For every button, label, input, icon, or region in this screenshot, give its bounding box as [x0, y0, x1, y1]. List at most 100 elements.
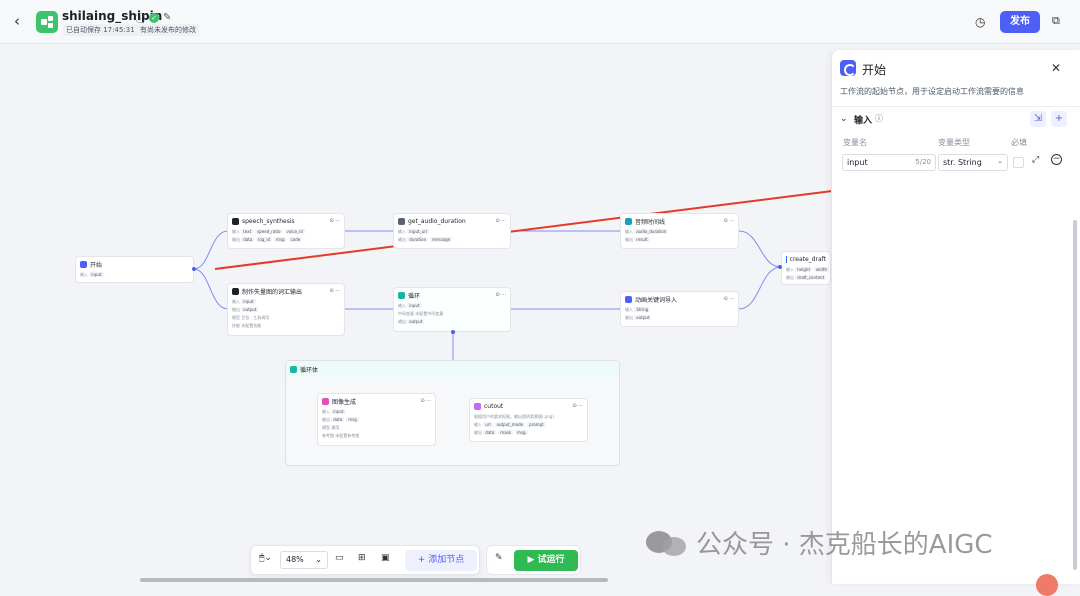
more-icon[interactable]: ⊙ ···	[723, 218, 734, 224]
image-icon	[322, 397, 329, 405]
plugin-icon	[398, 217, 405, 225]
row-value: output	[407, 319, 425, 324]
variable-type-select[interactable]: str. String ⌄	[938, 154, 1008, 171]
speech-synthesis-node[interactable]: speech_synthesis ⊙ ··· 输入 text speed_rati…	[227, 213, 345, 249]
edge-timeline-draft	[738, 230, 782, 268]
start-node[interactable]: 开始 输入 input	[75, 256, 194, 283]
more-icon[interactable]: ⊙ ···	[495, 218, 506, 224]
audio-duration-node[interactable]: get_audio_duration ⊙ ··· 输入 input_url 输出…	[393, 213, 511, 249]
row-label: 输出	[232, 307, 240, 312]
add-node-button[interactable]: + 添加节点	[405, 550, 477, 571]
row-value: data	[483, 430, 497, 435]
divider	[832, 106, 1080, 107]
loop-icon	[290, 365, 297, 373]
info-icon[interactable]: ⓘ	[135, 10, 145, 25]
row-label: 输出	[232, 237, 240, 242]
test-run-button[interactable]: ▶ 试运行	[514, 550, 578, 571]
node-input-row: 输入 input	[228, 298, 344, 306]
keywords-node[interactable]: 动画关键词导入 ⊙ ··· 输入 String 输出 output	[620, 291, 739, 327]
loop-body-header: 循环体	[286, 361, 619, 377]
add-variable-button[interactable]: +	[1051, 111, 1067, 127]
plugin-icon	[232, 217, 239, 225]
row-value: input_url	[407, 229, 429, 234]
node-title: 制作失量图的词汇输出	[242, 288, 303, 296]
chevron-down-icon: ⌄	[315, 555, 322, 564]
edit-icon[interactable]: ✎	[163, 12, 171, 23]
row-value: data	[241, 237, 255, 242]
more-icon[interactable]: ⊙ ···	[495, 292, 506, 298]
output-port[interactable]	[451, 330, 455, 334]
row-value: input	[331, 409, 346, 414]
node-header: 图像生成 ⊙ ···	[318, 394, 435, 408]
row-value: String	[634, 307, 651, 312]
image-gen-node[interactable]: 图像生成 ⊙ ··· 输入 input 输出 data msg 模型 通用 参考图…	[317, 393, 436, 446]
create-draft-node[interactable]: create_draft 输入 height width 输出 draft_con…	[781, 251, 831, 285]
row-label: 输入	[786, 267, 794, 272]
vertical-scrollbar[interactable]	[1073, 220, 1077, 570]
node-model-row: 模型 通用	[318, 424, 435, 432]
output-port[interactable]	[192, 267, 196, 271]
loop-icon	[398, 291, 405, 299]
close-icon[interactable]: ✕	[1051, 61, 1061, 75]
comment-icon[interactable]: ▭	[335, 553, 344, 563]
node-output-row: 输出 duration message	[394, 236, 510, 244]
start-node-title: 开始	[90, 261, 103, 269]
node-input-row: 输入 String	[621, 306, 738, 314]
node-ref-row: 参考图 未配置参考图	[318, 432, 435, 440]
more-icon[interactable]: ⊙ ···	[723, 296, 734, 302]
expand-icon[interactable]: ⤢	[1032, 155, 1039, 165]
history-icon[interactable]: ◷	[975, 15, 985, 29]
row-label: 输出	[398, 319, 406, 324]
prompt-llm-node[interactable]: 制作失量图的词汇输出 ⊙ ··· 输入 input 输出 output 模型 豆…	[227, 283, 345, 336]
avatar[interactable]	[1036, 574, 1058, 596]
copy-icon[interactable]: ⧉	[1052, 14, 1060, 28]
row-value: 未配置中间变量	[415, 311, 444, 316]
required-checkbox[interactable]	[1013, 157, 1024, 168]
row-value: draft_content	[795, 275, 827, 280]
variable-name-input[interactable]: input 5/20	[842, 154, 936, 171]
row-value: mask	[498, 430, 514, 435]
node-mid-row: 中间变量 未配置中间变量	[394, 310, 510, 318]
publish-button[interactable]: 发布	[1000, 11, 1040, 33]
node-output-row: 输出 output	[228, 306, 344, 314]
more-icon[interactable]: ⊙ ···	[420, 398, 431, 404]
row-label: 输出	[625, 315, 633, 320]
node-input-row: 输入 height width	[782, 266, 830, 274]
input-port[interactable]	[778, 265, 782, 269]
timeline-node[interactable]: 音频时间线 ⊙ ··· 输入 audio_duration 输出 result	[620, 213, 739, 249]
zoom-select[interactable]: 48% ⌄	[280, 551, 328, 569]
import-button[interactable]: ⇲	[1030, 111, 1046, 127]
row-label: 输出	[625, 237, 633, 242]
row-label: 输出	[474, 430, 482, 435]
mouse-mode-icon[interactable]: 🖱⌄	[259, 553, 272, 563]
row-label: 模型	[232, 315, 240, 320]
wrench-icon[interactable]: ✎	[495, 553, 503, 563]
more-icon[interactable]: ⊙ ···	[329, 218, 340, 224]
remove-icon[interactable]: −	[1051, 154, 1062, 165]
wechat-logo	[646, 529, 688, 557]
loop-node[interactable]: 循环 ⊙ ··· 输入 input 中间变量 未配置中间变量 输出 output	[393, 287, 511, 332]
row-label: 输入	[625, 307, 633, 312]
layout-icon[interactable]: ⊞	[358, 553, 366, 563]
llm-icon	[232, 287, 239, 295]
node-input-row: 输入 audio_duration	[621, 228, 738, 236]
info-icon[interactable]: ⓘ	[875, 113, 883, 124]
cutout-node[interactable]: cutout ⊙ ··· 根据用户的要求抠图，输出透明背景图(.png) 输入 …	[469, 398, 588, 442]
minimap-icon[interactable]: ▣	[381, 553, 390, 563]
row-value: input	[407, 303, 422, 308]
row-value: output	[241, 307, 259, 312]
watermark: 公众号 · 杰克船长的AIGC	[646, 524, 993, 561]
chevron-down-icon[interactable]: ⌄	[840, 114, 848, 124]
node-title: 动画关键词导入	[635, 296, 678, 304]
top-bar: ‹ shilaing_shipin ⓘ ✓ ✎ 已自动保存 17:45:31 有…	[0, 0, 1080, 44]
node-model-row: 模型 豆包 · 工具调用	[228, 314, 344, 322]
column-var-name: 变量名	[843, 138, 867, 147]
column-required: 必填	[1011, 138, 1027, 147]
start-node-header: 开始	[76, 257, 193, 271]
more-icon[interactable]: ⊙ ···	[329, 288, 340, 294]
add-node-label: 添加节点	[428, 555, 465, 565]
node-output-row: 输出 data msg	[318, 416, 435, 424]
chevron-left-icon[interactable]: ‹	[14, 12, 20, 30]
horizontal-scrollbar[interactable]	[140, 578, 608, 582]
more-icon[interactable]: ⊙ ···	[572, 403, 583, 409]
